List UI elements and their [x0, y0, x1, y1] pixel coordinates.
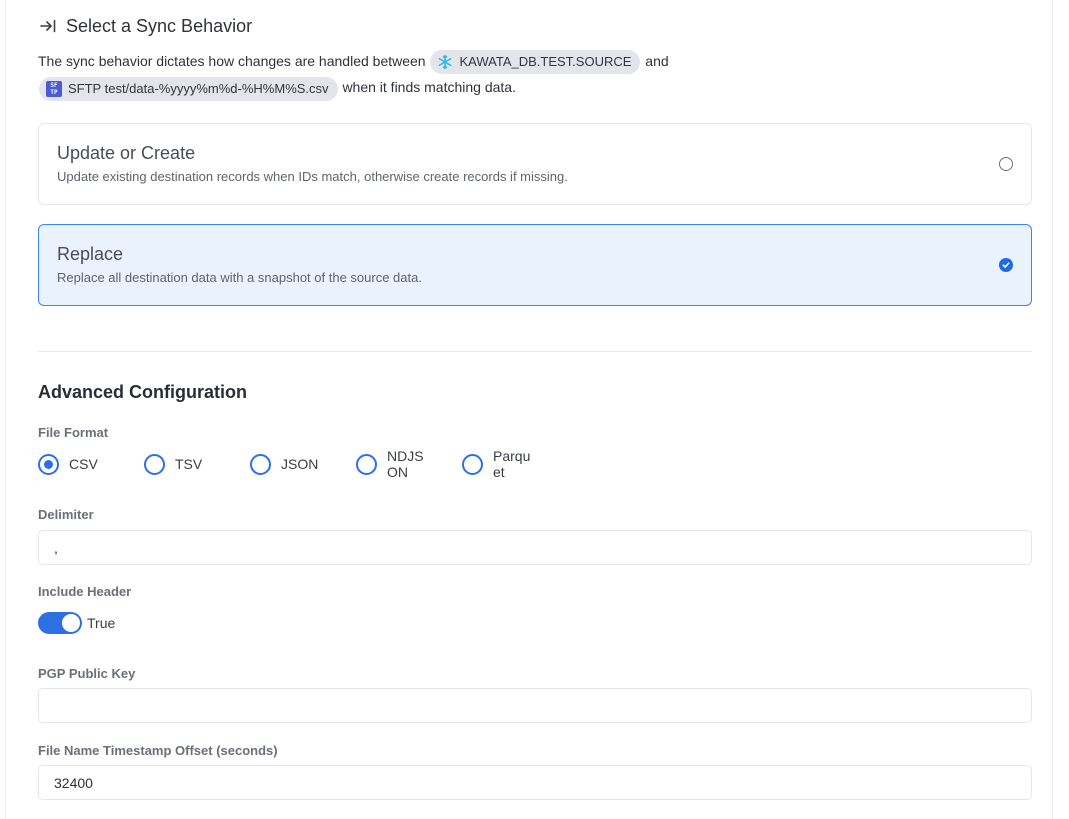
sync-description: The sync behavior dictates how changes a… [38, 48, 758, 101]
option-title: Replace [57, 244, 124, 264]
delimiter-input[interactable] [38, 530, 1032, 565]
include-header-label: Include Header [38, 584, 132, 599]
timestamp-offset-label: File Name Timestamp Offset (seconds) [38, 743, 278, 758]
radio-button[interactable] [250, 453, 271, 475]
file-format-option-json[interactable]: JSON [250, 447, 327, 481]
radio-button-checked[interactable] [38, 453, 59, 475]
option-description: Update existing destination records when… [57, 169, 568, 184]
snowflake-icon [437, 54, 453, 70]
sftp-icon-text-top: SF [50, 81, 58, 89]
radio-button[interactable] [144, 453, 165, 475]
option-radio-checked[interactable] [999, 258, 1013, 272]
toggle-knob [62, 613, 80, 632]
intro-text-before: The sync behavior dictates how changes a… [38, 53, 426, 69]
include-header-toggle[interactable] [38, 611, 82, 634]
intro-text-middle: and [645, 53, 669, 69]
option-update-or-create[interactable]: Update or Create Update existing destina… [38, 123, 1032, 205]
advanced-config-title: Advanced Configuration [38, 382, 248, 402]
radio-label: JSON [281, 456, 319, 472]
destination-chip-label: SFTP test/data-%yyyy%m%d-%H%M%S.csv [68, 80, 329, 96]
option-radio[interactable] [999, 157, 1013, 171]
destination-chip: SF TP SFTP test/data-%yyyy%m%d-%H%M%S.cs… [39, 76, 338, 101]
radio-label: Parquet [493, 448, 531, 480]
file-format-option-parquet[interactable]: Parquet [462, 447, 533, 481]
pgp-public-key-label: PGP Public Key [38, 666, 136, 681]
file-format-option-ndjson[interactable]: NDJSON [356, 447, 427, 481]
source-chip-label: KAWATA_DB.TEST.SOURCE [459, 54, 632, 70]
delimiter-label: Delimiter [38, 507, 94, 522]
file-format-option-tsv[interactable]: TSV [144, 447, 221, 481]
source-chip: KAWATA_DB.TEST.SOURCE [430, 50, 641, 75]
option-description: Replace all destination data with a snap… [57, 270, 422, 285]
sftp-icon: SF TP [46, 80, 62, 97]
pgp-public-key-input[interactable] [38, 688, 1032, 723]
timestamp-offset-input[interactable] [38, 765, 1032, 800]
radio-button[interactable] [462, 453, 483, 475]
section-header: Select a Sync Behavior [38, 14, 252, 38]
include-header-row: True [38, 611, 115, 634]
include-header-value: True [87, 614, 116, 631]
arrow-right-to-bracket-icon [38, 16, 58, 36]
sync-behavior-panel: Select a Sync Behavior The sync behavior… [5, 0, 1053, 819]
section-divider [38, 351, 1032, 352]
file-format-label: File Format [38, 425, 109, 440]
option-title: Update or Create [57, 143, 196, 163]
radio-label: TSV [175, 456, 203, 472]
sftp-icon-text-bottom: TP [50, 88, 58, 96]
intro-text-after: when it finds matching data. [342, 79, 516, 96]
file-format-option-csv[interactable]: CSV [38, 447, 115, 481]
option-replace[interactable]: Replace Replace all destination data wit… [38, 224, 1032, 306]
section-title: Select a Sync Behavior [66, 15, 253, 36]
radio-button[interactable] [356, 453, 377, 475]
radio-label: NDJSON [387, 448, 424, 480]
check-icon [1002, 262, 1010, 268]
radio-label: CSV [69, 456, 98, 472]
